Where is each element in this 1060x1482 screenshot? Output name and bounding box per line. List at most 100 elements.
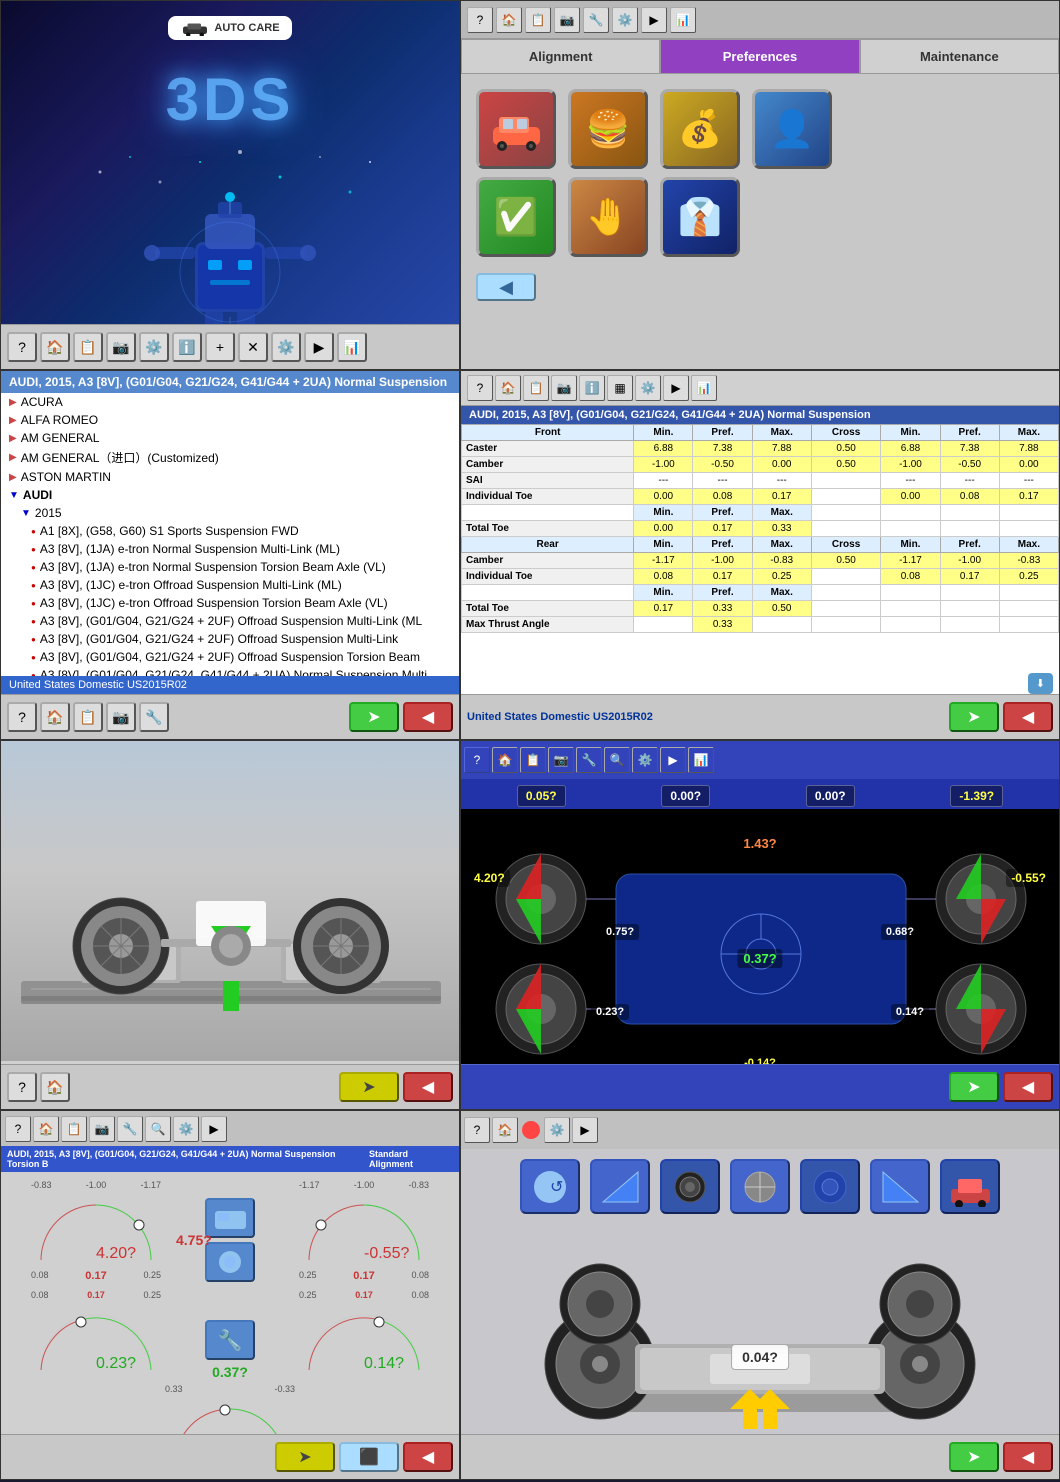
sc-nav-blue[interactable]: ⬛ (339, 1442, 399, 1472)
year-2015[interactable]: ▼ 2015 (1, 504, 459, 522)
at-fwd[interactable]: ▶ (663, 375, 689, 401)
sc-cam[interactable]: 📷 (89, 1116, 115, 1142)
prefs-small-action-btn[interactable]: ◀ (476, 273, 536, 301)
make-alfa[interactable]: ▶ ALFA ROMEO (1, 411, 459, 429)
camera-btn[interactable]: 📷 (106, 332, 136, 362)
at-info[interactable]: ℹ️ (579, 375, 605, 401)
v-home[interactable]: 🏠 (40, 702, 70, 732)
sc-nav-back[interactable]: ◀ (403, 1442, 453, 1472)
wi-nav-fwd[interactable]: ➤ (949, 1442, 999, 1472)
chart-btn[interactable]: 📊 (337, 332, 367, 362)
sc-home[interactable]: 🏠 (33, 1116, 59, 1142)
wi-help[interactable]: ? (464, 1117, 490, 1143)
prefs-doc[interactable]: 📋 (525, 7, 551, 33)
sc-help[interactable]: ? (5, 1116, 31, 1142)
g-wrench[interactable]: 🔧 (576, 747, 602, 773)
add-btn[interactable]: + (205, 332, 235, 362)
pref-icon-food[interactable]: 🍔 (568, 89, 648, 169)
prefs-help[interactable]: ? (467, 7, 493, 33)
sc-fwd[interactable]: ▶ (201, 1116, 227, 1142)
prefs-fwd[interactable]: ▶ (641, 7, 667, 33)
at-nav-fwd[interactable]: ➤ (949, 702, 999, 732)
tab-maintenance[interactable]: Maintenance (860, 39, 1059, 74)
w-nav-yellow[interactable]: ➤ (339, 1072, 399, 1102)
close-btn[interactable]: ✕ (238, 332, 268, 362)
pref-icon-person[interactable]: 👤 (752, 89, 832, 169)
model-a3-jc-vl[interactable]: ● A3 [8V], (1JC) e-tron Offroad Suspensi… (1, 594, 459, 612)
gear-btn[interactable]: ⚙️ (271, 332, 301, 362)
fwd-btn[interactable]: ▶ (304, 332, 334, 362)
vehicle-list[interactable]: ▶ ACURA ▶ ALFA ROMEO ▶ AM GENERAL ▶ AM G… (1, 393, 459, 683)
g-zoom[interactable]: 🔍 (604, 747, 630, 773)
at-help[interactable]: ? (467, 375, 493, 401)
model-a3-g01-torsion[interactable]: ● A3 [8V], (G01/G04, G21/G24 + 2UF) Offr… (1, 648, 459, 666)
at-gear[interactable]: ⚙️ (635, 375, 661, 401)
make-audi[interactable]: ▼ AUDI (1, 486, 459, 504)
at-home[interactable]: 🏠 (495, 375, 521, 401)
wi-action7[interactable] (940, 1159, 1000, 1214)
pref-icon-suit[interactable]: 👔 (660, 177, 740, 257)
cam-icon2[interactable] (205, 1242, 255, 1282)
make-acura[interactable]: ▶ ACURA (1, 393, 459, 411)
prefs-cam[interactable]: 📷 (554, 7, 580, 33)
make-aston[interactable]: ▶ ASTON MARTIN (1, 468, 459, 486)
w-nav-back[interactable]: ◀ (403, 1072, 453, 1102)
pref-icon-check[interactable]: ✅ (476, 177, 556, 257)
home-btn[interactable]: 🏠 (40, 332, 70, 362)
make-am[interactable]: ▶ AM GENERAL (1, 429, 459, 447)
g-nav-fwd[interactable]: ➤ (949, 1072, 999, 1102)
model-a3-g01-off[interactable]: ● A3 [8V], (G01/G04, G21/G24 + 2UF) Offr… (1, 630, 459, 648)
wi-action1[interactable]: ↺ (520, 1159, 580, 1214)
wi-gear[interactable]: ⚙️ (544, 1117, 570, 1143)
make-am-custom[interactable]: ▶ AM GENERAL（进口）(Customized) (1, 447, 459, 468)
v-help[interactable]: ? (7, 702, 37, 732)
w-home[interactable]: 🏠 (40, 1072, 70, 1102)
prefs-wrench[interactable]: 🔧 (583, 7, 609, 33)
download-btn[interactable]: ⬇ (1028, 673, 1053, 694)
at-cam[interactable]: 📷 (551, 375, 577, 401)
wi-home[interactable]: 🏠 (492, 1117, 518, 1143)
v-wrench[interactable]: 🔧 (139, 702, 169, 732)
toe-icon1[interactable]: 🔧 (205, 1320, 255, 1360)
at-nav-back[interactable]: ◀ (1003, 702, 1053, 732)
cam-icon1[interactable] (205, 1198, 255, 1238)
g-home[interactable]: 🏠 (492, 747, 518, 773)
w-help[interactable]: ? (7, 1072, 37, 1102)
doc-btn[interactable]: 📋 (73, 332, 103, 362)
wi-fwd[interactable]: ▶ (572, 1117, 598, 1143)
sc-gear[interactable]: ⚙️ (173, 1116, 199, 1142)
g-doc[interactable]: 📋 (520, 747, 546, 773)
sc-wrench[interactable]: 🔧 (117, 1116, 143, 1142)
model-a3-jc-ml[interactable]: ● A3 [8V], (1JC) e-tron Offroad Suspensi… (1, 576, 459, 594)
model-a1[interactable]: ● A1 [8X], (G58, G60) S1 Sports Suspensi… (1, 522, 459, 540)
info-btn[interactable]: ℹ️ (172, 332, 202, 362)
prefs-settings[interactable]: ⚙️ (612, 7, 638, 33)
v-cam[interactable]: 📷 (106, 702, 136, 732)
at-doc[interactable]: 📋 (523, 375, 549, 401)
g-fwd[interactable]: ▶ (660, 747, 686, 773)
sc-nav-yellow[interactable]: ➤ (275, 1442, 335, 1472)
wi-action2[interactable] (590, 1159, 650, 1214)
sc-zoom[interactable]: 🔍 (145, 1116, 171, 1142)
wi-action5[interactable] (800, 1159, 860, 1214)
g-gear[interactable]: ⚙️ (632, 747, 658, 773)
wi-action3[interactable] (660, 1159, 720, 1214)
g-chart[interactable]: 📊 (688, 747, 714, 773)
g-nav-back[interactable]: ◀ (1003, 1072, 1053, 1102)
nav-back[interactable]: ◀ (403, 702, 453, 732)
prefs-home[interactable]: 🏠 (496, 7, 522, 33)
sc-doc[interactable]: 📋 (61, 1116, 87, 1142)
wi-nav-back[interactable]: ◀ (1003, 1442, 1053, 1472)
tab-preferences[interactable]: Preferences (660, 39, 859, 74)
model-a3-ja-ml[interactable]: ● A3 [8V], (1JA) e-tron Normal Suspensio… (1, 540, 459, 558)
pref-icon-car[interactable] (476, 89, 556, 169)
prefs-chart[interactable]: 📊 (670, 7, 696, 33)
at-grid[interactable]: ▦ (607, 375, 633, 401)
model-a3-g01-ml[interactable]: ● A3 [8V], (G01/G04, G21/G24 + 2UF) Offr… (1, 612, 459, 630)
g-help[interactable]: ? (464, 747, 490, 773)
pref-icon-coin[interactable]: 💰 (660, 89, 740, 169)
at-chart[interactable]: 📊 (691, 375, 717, 401)
model-a3-ja-vl[interactable]: ● A3 [8V], (1JA) e-tron Normal Suspensio… (1, 558, 459, 576)
help-btn[interactable]: ? (7, 332, 37, 362)
g-cam[interactable]: 📷 (548, 747, 574, 773)
